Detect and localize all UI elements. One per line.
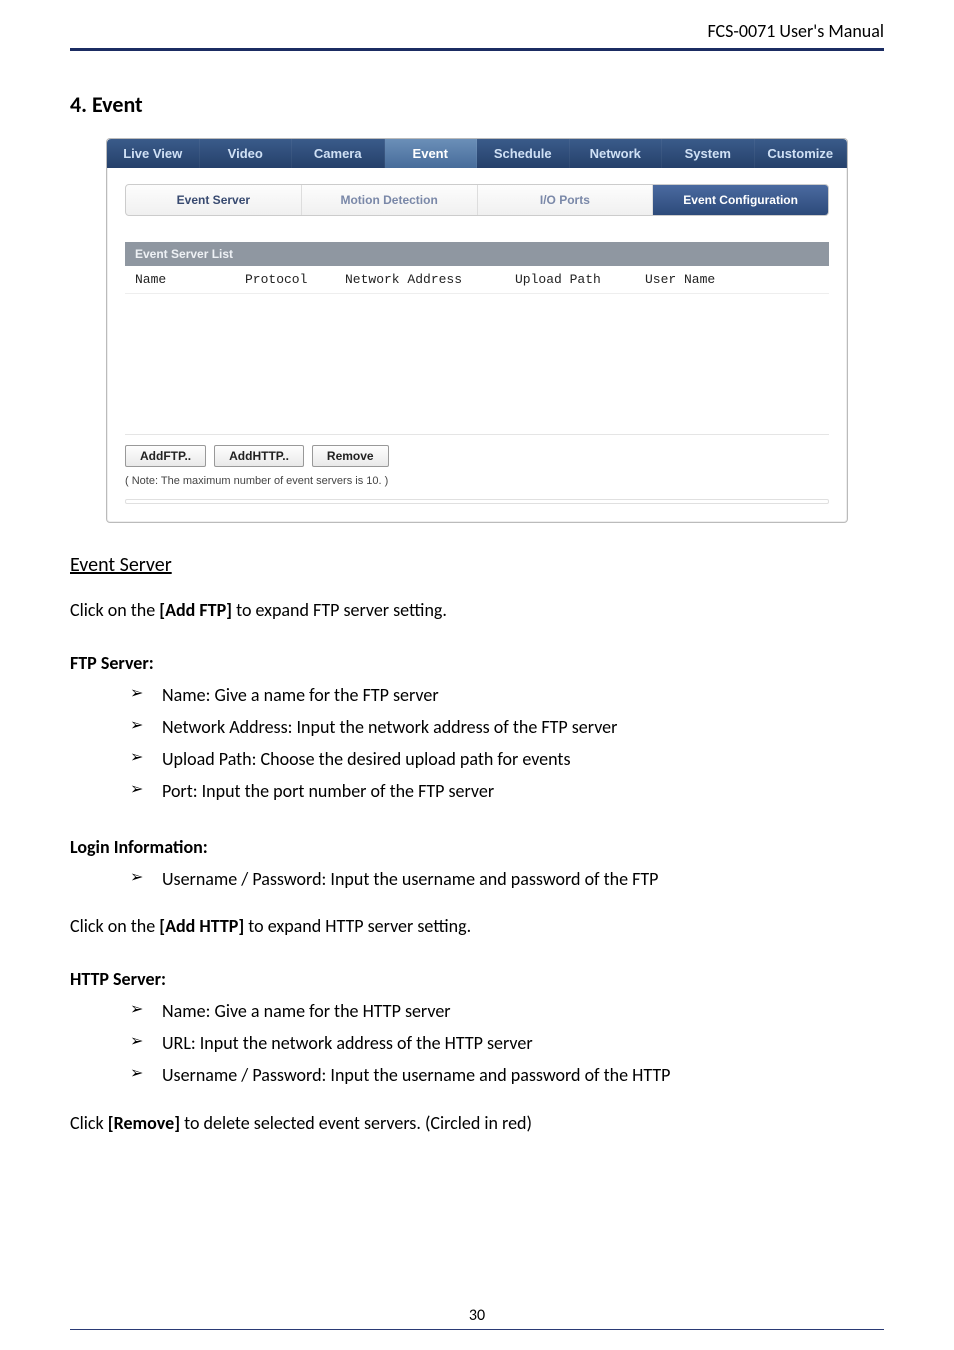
tab-network[interactable]: Network — [570, 139, 663, 168]
event-settings-panel: Live View Video Camera Event Schedule Ne… — [106, 138, 848, 523]
list-item: Name: Give a name for the FTP server — [130, 680, 884, 712]
header-rule — [70, 48, 884, 51]
event-server-buttons: AddFTP.. AddHTTP.. Remove — [125, 445, 829, 467]
col-user-name: User Name — [645, 272, 819, 287]
heading-http-server: HTTP Server: — [70, 968, 884, 990]
main-nav-tabs: Live View Video Camera Event Schedule Ne… — [107, 139, 847, 168]
text: to expand HTTP server setting. — [244, 915, 471, 937]
paragraph-add-ftp: Click on the [Add FTP] to expand FTP ser… — [70, 597, 884, 624]
col-name: Name — [135, 272, 245, 287]
add-http-button[interactable]: AddHTTP.. — [214, 445, 304, 467]
paragraph-add-http: Click on the [Add HTTP] to expand HTTP s… — [70, 913, 884, 940]
tab-system[interactable]: System — [662, 139, 755, 168]
bold-add-ftp: [Add FTP] — [159, 599, 232, 621]
heading-ftp-server: FTP Server: — [70, 652, 884, 674]
footer-rule — [70, 1329, 884, 1330]
heading-event-server: Event Server — [70, 553, 884, 577]
event-server-note: ( Note: The maximum number of event serv… — [125, 475, 829, 487]
tab-video[interactable]: Video — [200, 139, 293, 168]
add-ftp-button[interactable]: AddFTP.. — [125, 445, 206, 467]
event-subtabs: Event Server Motion Detection I/O Ports … — [125, 184, 829, 216]
event-server-list-body[interactable] — [125, 294, 829, 434]
list-item: Name: Give a name for the HTTP server — [130, 996, 884, 1028]
bold-remove: [Remove] — [108, 1112, 180, 1134]
remove-button[interactable]: Remove — [312, 445, 389, 467]
text: Click on the — [70, 599, 159, 621]
login-info-list: Username / Password: Input the username … — [70, 864, 884, 896]
col-protocol: Protocol — [245, 272, 345, 287]
heading-login-info: Login Information: — [70, 836, 884, 858]
page-header-title: FCS-0071 User's Manual — [70, 20, 884, 42]
text: Click on the — [70, 915, 159, 937]
text: to expand FTP server setting. — [232, 599, 447, 621]
tab-camera[interactable]: Camera — [292, 139, 385, 168]
page-number: 30 — [469, 1306, 485, 1325]
paragraph-remove: Click [Remove] to delete selected event … — [70, 1110, 884, 1137]
list-item: URL: Input the network address of the HT… — [130, 1028, 884, 1060]
ftp-server-list: Name: Give a name for the FTP server Net… — [70, 680, 884, 808]
text: Click — [70, 1112, 108, 1134]
subtab-event-configuration[interactable]: Event Configuration — [653, 185, 828, 215]
list-item: Port: Input the port number of the FTP s… — [130, 776, 884, 808]
tab-customize[interactable]: Customize — [755, 139, 848, 168]
status-bar — [125, 499, 829, 504]
tab-live-view[interactable]: Live View — [107, 139, 200, 168]
list-item: Username / Password: Input the username … — [130, 1060, 884, 1092]
bold-add-http: [Add HTTP] — [159, 915, 244, 937]
subtab-event-server[interactable]: Event Server — [126, 185, 302, 215]
tab-schedule[interactable]: Schedule — [477, 139, 570, 168]
subtab-io-ports[interactable]: I/O Ports — [478, 185, 654, 215]
event-server-list-header: Name Protocol Network Address Upload Pat… — [125, 266, 829, 294]
list-item: Username / Password: Input the username … — [130, 864, 884, 896]
section-heading-event: 4. Event — [70, 91, 884, 118]
page-footer: 30 — [70, 1306, 884, 1330]
tab-event[interactable]: Event — [385, 139, 478, 168]
col-upload-path: Upload Path — [515, 272, 645, 287]
text: to delete selected event servers. (Circl… — [180, 1112, 532, 1134]
list-item: Network Address: Input the network addre… — [130, 712, 884, 744]
subtab-motion-detection[interactable]: Motion Detection — [302, 185, 478, 215]
list-item: Upload Path: Choose the desired upload p… — [130, 744, 884, 776]
col-network-address: Network Address — [345, 272, 515, 287]
event-server-list-title: Event Server List — [125, 242, 829, 266]
event-server-list: Event Server List Name Protocol Network … — [125, 242, 829, 435]
http-server-list: Name: Give a name for the HTTP server UR… — [70, 996, 884, 1092]
